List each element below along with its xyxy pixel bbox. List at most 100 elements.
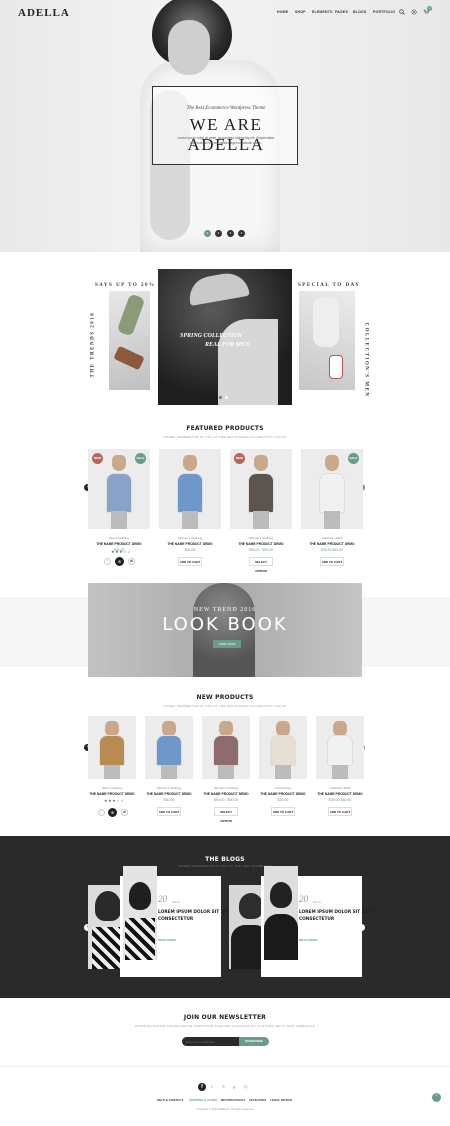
nav-pages[interactable]: PAGES (335, 10, 348, 14)
new_products-card-4-cta-button[interactable]: ADD TO CART (271, 807, 295, 816)
wishlist-icon[interactable]: ♡ (104, 558, 111, 565)
new_products-card-2-cta-button[interactable]: ADD TO CART (157, 807, 181, 816)
featured-card-1-garment (106, 473, 132, 513)
site-logo[interactable]: ADELLA (18, 7, 70, 19)
featured-card-2-cta-button[interactable]: ADD TO CART (178, 557, 202, 566)
new_products-card-1-garment (99, 734, 125, 767)
twitter-icon[interactable]: 𝕥 (211, 1084, 213, 1089)
new_products-card-3-image[interactable] (202, 716, 250, 779)
promo-left-image[interactable] (109, 291, 150, 390)
new_products-card-1-legs (104, 765, 120, 779)
featured-card-3-cta-button[interactable]: SELECT OPTION (249, 557, 273, 573)
hero-caption-box: The Best Ecommerce Wordpress Theme WE AR… (152, 86, 298, 165)
gear-icon[interactable] (411, 9, 417, 15)
newsletter-email-input[interactable] (182, 1037, 240, 1046)
promo-right-side-text: COLLECTION'S MEN (363, 322, 369, 398)
new_products-card-2-category: Women's Clothing (156, 786, 182, 790)
promo-center-line-1: SPRING COLLECTION (180, 333, 242, 339)
slider-dot-4[interactable]: 4 (238, 230, 245, 237)
new_products-card-3-name[interactable]: THE NAME PRODUCT DEMO (202, 792, 250, 796)
instagram-icon[interactable]: ◎ (244, 1084, 248, 1089)
new_products-card-4-category: Accessories (274, 786, 292, 790)
promo-center-banner[interactable]: SPRING COLLECTION REAL FOR MEN (158, 269, 292, 405)
featured-card-4-garment (319, 473, 345, 513)
new_products-card-3-cta-button[interactable]: SELECT OPTION (214, 807, 238, 823)
cart-add-icon-new[interactable]: ⊕ (108, 808, 117, 817)
featured-subtitle: DONEC PERMENTUM AT NUC AT THE NEC PHASEL… (163, 435, 287, 439)
footer-link-legal[interactable]: LEGAL NOTICE (270, 1098, 292, 1102)
cart-add-icon[interactable]: ⊕ (115, 557, 124, 566)
promo-dot-1[interactable] (219, 396, 222, 399)
blog-2-body-overlap (264, 914, 298, 960)
featured-card-4-cta-button[interactable]: ADD TO CART (320, 557, 344, 566)
nav-blogs[interactable]: BLOGS (353, 10, 366, 14)
nav-home[interactable]: HOME (277, 10, 288, 14)
blog-1-title-line-2[interactable]: CONSECTETUR (158, 917, 193, 922)
blog-card-1[interactable]: 20 March LOREM IPSUM DOLOR SIT AMET CONS… (120, 866, 234, 977)
new_products-card-4-image[interactable] (259, 716, 307, 779)
new_products-card-4-name[interactable]: THE NAME PRODUCT DEMO (259, 792, 307, 796)
featured-card-3-image[interactable]: NEW (230, 449, 292, 529)
blog-1-title-line-1[interactable]: LOREM IPSUM DOLOR SIT AMET (158, 910, 234, 915)
search-icon[interactable] (399, 9, 405, 15)
slider-dot-3[interactable]: 3 (227, 230, 234, 237)
slider-dot-2[interactable]: 2 (215, 230, 222, 237)
footer-link-return[interactable]: RETURN POLICY (221, 1098, 246, 1102)
back-to-top-icon[interactable]: ⌃ (432, 1093, 441, 1102)
featured-card-1-badge-new: NEW (92, 453, 103, 464)
featured-card-1-name[interactable]: THE NAME PRODUCT DEMO (88, 542, 150, 546)
footer-link-help[interactable]: HELP & CONTACT (157, 1098, 183, 1102)
featured-card-4-category: Collection 2016 (321, 536, 343, 540)
footer-link-affiliates[interactable]: AFFILIATES (249, 1098, 266, 1102)
pinterest-icon[interactable]: ℗ (222, 1084, 225, 1089)
nav-elements[interactable]: ELEMENTS (312, 10, 333, 14)
blog-1-read-more[interactable]: READ MORE (158, 938, 176, 942)
new_products-card-5-cta-button[interactable]: ADD TO CART (328, 807, 352, 816)
wishlist-icon-new[interactable]: ♡ (98, 809, 105, 816)
nav-shop[interactable]: SHOP (295, 10, 306, 14)
featured-card-4-head (325, 455, 339, 472)
facebook-icon[interactable]: f (198, 1083, 206, 1091)
featured-card-3-name[interactable]: THE NAME PRODUCT DEMO (230, 542, 292, 546)
featured-card-4-price: $39.00 $30.00 (320, 548, 344, 552)
subscribe-button[interactable]: SUBSCRIBE (239, 1037, 269, 1046)
google-plus-icon[interactable]: g (233, 1084, 235, 1089)
new_products-card-1-image[interactable] (88, 716, 136, 779)
blog-2-read-more[interactable]: READ MORE (299, 938, 317, 942)
new_products-card-2-name[interactable]: THE NAME PRODUCT DEMO (145, 792, 193, 796)
new_products-card-5-image[interactable] (316, 716, 364, 779)
new-products-title: NEW PRODUCTS (196, 694, 254, 701)
new_products-card-5-garment (327, 734, 353, 767)
lookbook-banner[interactable]: NEW TREND 2016 LOOK BOOK SHOP NOW (88, 583, 362, 677)
new_products-card-5-name[interactable]: THE NAME PRODUCT DEMO (316, 792, 364, 796)
promo-left-wallet (113, 345, 145, 371)
blog-card-2[interactable]: 20 March LOREM IPSUM DOLOR SIT AMET CONS… (261, 866, 375, 977)
featured-card-2-image[interactable] (159, 449, 221, 529)
featured-card-1-category: Men's Clothing (109, 536, 129, 540)
compare-icon-new[interactable]: ⇄ (121, 809, 128, 816)
featured-card-4-name[interactable]: THE NAME PRODUCT DEMO (301, 542, 363, 546)
new_products-card-2-image[interactable] (145, 716, 193, 779)
compare-icon[interactable]: ⇄ (128, 558, 135, 565)
shop-now-button[interactable]: SHOP NOW (213, 640, 241, 648)
featured-card-3-badge-new: NEW (234, 453, 245, 464)
blog-1-day: 20 (158, 894, 167, 904)
featured-card-4-image[interactable]: SALE (301, 449, 363, 529)
featured-card-2-category: Women's Clothing (177, 536, 203, 540)
promo-right-image[interactable] (299, 291, 355, 390)
blogs-section: THE BLOGS DONEC PERMENTUM AT NUC AT THE … (0, 836, 450, 998)
new_products-card-4-legs (275, 765, 291, 779)
hero-subtitle: The Best Ecommerce Wordpress Theme (186, 106, 266, 111)
lookbook-subtitle: NEW TREND 2016 (193, 607, 257, 613)
blog-2-title-line-1[interactable]: LOREM IPSUM DOLOR SIT AMET (299, 910, 375, 915)
featured-card-2-name[interactable]: THE NAME PRODUCT DEMO (159, 542, 221, 546)
footer-link-shipping[interactable]: SHIPPING & TAXES (189, 1098, 217, 1102)
new_products-card-1-name[interactable]: THE NAME PRODUCT DEMO (88, 792, 136, 796)
slider-dot-1[interactable]: 1 (204, 230, 211, 237)
nav-portfolio[interactable]: PORTFOLIO (373, 10, 395, 14)
promo-dot-2[interactable] (225, 396, 228, 399)
featured-card-1-image[interactable]: NEW SALE (88, 449, 150, 529)
blog-2-title-line-2[interactable]: CONSECTETUR (299, 917, 334, 922)
featured-card-4-badge-sale: SALE (348, 453, 359, 464)
blog-1-month: March (172, 900, 180, 904)
